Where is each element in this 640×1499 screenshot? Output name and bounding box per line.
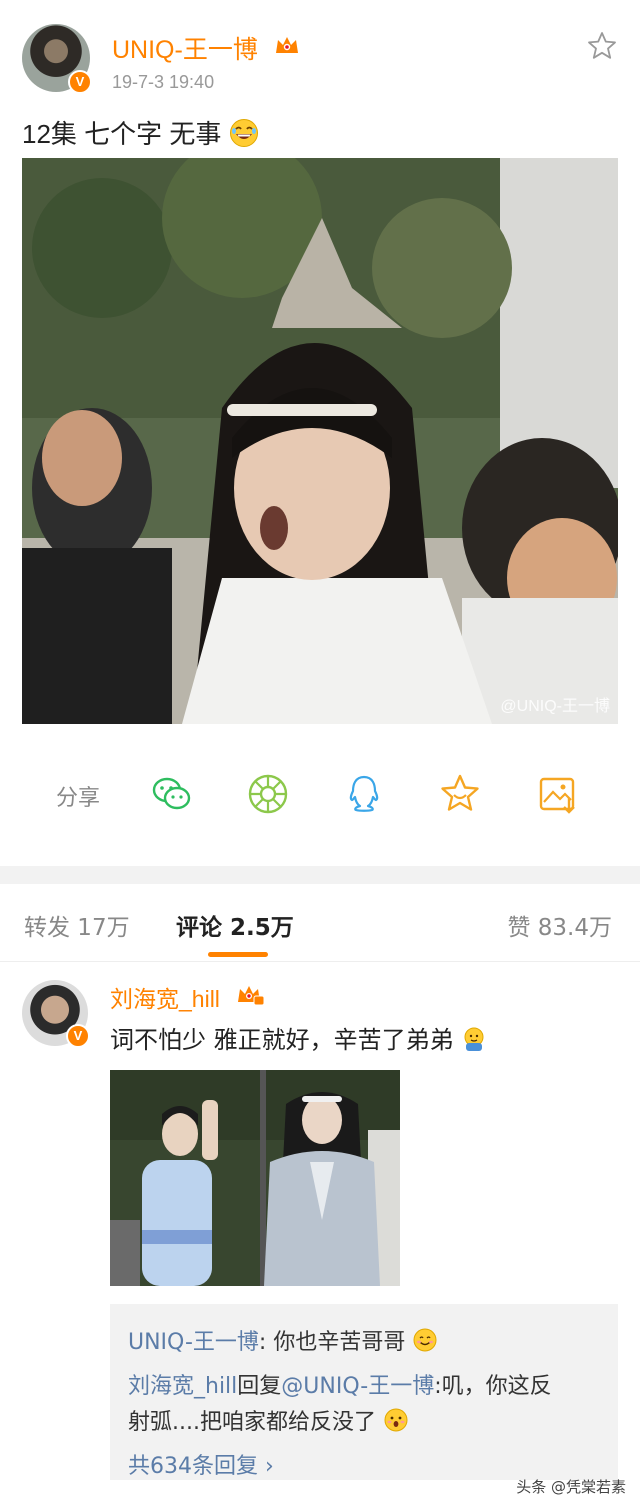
poster-username[interactable]: UNIQ-王一博 — [112, 30, 258, 66]
engagement-tabs: 转发 17万 评论 2.5万 赞 83.4万 — [0, 884, 640, 962]
more-replies-link[interactable]: 共634条回复 › — [128, 1448, 274, 1480]
reply-item[interactable]: UNIQ-王一博: 你也辛苦哥哥 — [128, 1324, 438, 1356]
comment-photo[interactable] — [110, 1070, 400, 1286]
tab-comment[interactable]: 评论 2.5万 — [176, 908, 294, 942]
reply-text: : 你也辛苦哥哥 — [258, 1330, 406, 1355]
save-image-icon[interactable] — [536, 772, 580, 816]
weibo-post: V UNIQ-王一博 19-7-3 19:40 12集 七个字 无事 @UNIQ… — [0, 0, 640, 866]
post-text: 12集 七个字 无事 — [22, 114, 259, 151]
qq-icon[interactable] — [342, 772, 386, 816]
moments-icon[interactable] — [246, 772, 290, 816]
vip-crown-icon — [276, 37, 298, 53]
verified-badge: V — [68, 70, 92, 94]
post-photo-illustration — [22, 158, 618, 724]
surprised-emoji-icon — [384, 1408, 408, 1432]
wechat-icon[interactable] — [150, 772, 194, 816]
favorite-star-icon[interactable] — [586, 30, 618, 62]
verified-badge: V — [66, 1024, 90, 1048]
post-text-content: 12集 七个字 无事 — [22, 119, 222, 149]
commenter-username[interactable]: 刘海宽_hill — [110, 980, 220, 1014]
favorite-star-icon[interactable] — [438, 772, 482, 816]
smile-emoji-icon — [413, 1328, 437, 1352]
comment-text-content: 词不怕少 雅正就好，辛苦了弟弟 — [110, 1026, 454, 1054]
post-timestamp: 19-7-3 19:40 — [112, 72, 215, 92]
reply-continuation: 射弧....把咱家都给反没了 — [128, 1404, 409, 1436]
image-watermark: @UNIQ-王一博 — [500, 698, 610, 715]
reply-verb: 回复 — [237, 1374, 282, 1399]
vip-crown-icon — [238, 986, 264, 1006]
tab-repost[interactable]: 转发 17万 — [24, 908, 130, 942]
post-photo[interactable]: @UNIQ-王一博 — [22, 158, 618, 724]
laughing-emoji-icon — [229, 119, 258, 147]
section-divider — [0, 866, 640, 884]
comment-text: 词不怕少 雅正就好，辛苦了弟弟 — [110, 1020, 487, 1055]
reply-text: 射弧....把咱家都给反没了 — [128, 1410, 376, 1435]
comment-item: V 刘海宽_hill 词不怕少 雅正就好，辛苦了弟弟 UNIQ-王一博: 你也辛… — [0, 962, 640, 1499]
reply-author[interactable]: 刘海宽_hill — [128, 1374, 237, 1399]
reply-item[interactable]: 刘海宽_hill回复@UNIQ-王一博:叽，你这反 — [128, 1368, 552, 1400]
active-tab-indicator — [208, 952, 268, 957]
comment-photo-illustration — [110, 1070, 400, 1286]
reply-mention[interactable]: @UNIQ-王一博 — [281, 1374, 434, 1399]
source-watermark: 头条 @凭棠若素 — [516, 1478, 626, 1496]
reply-author[interactable]: UNIQ-王一博 — [128, 1330, 259, 1355]
share-bar: 分享 — [0, 762, 640, 822]
reply-thread[interactable]: UNIQ-王一博: 你也辛苦哥哥 刘海宽_hill回复@UNIQ-王一博:叽，你… — [110, 1304, 618, 1480]
tab-like[interactable]: 赞 83.4万 — [507, 908, 612, 942]
share-label: 分享 — [56, 786, 101, 811]
reply-text: :叽，你这反 — [434, 1374, 552, 1399]
hug-emoji-icon — [464, 1027, 484, 1051]
